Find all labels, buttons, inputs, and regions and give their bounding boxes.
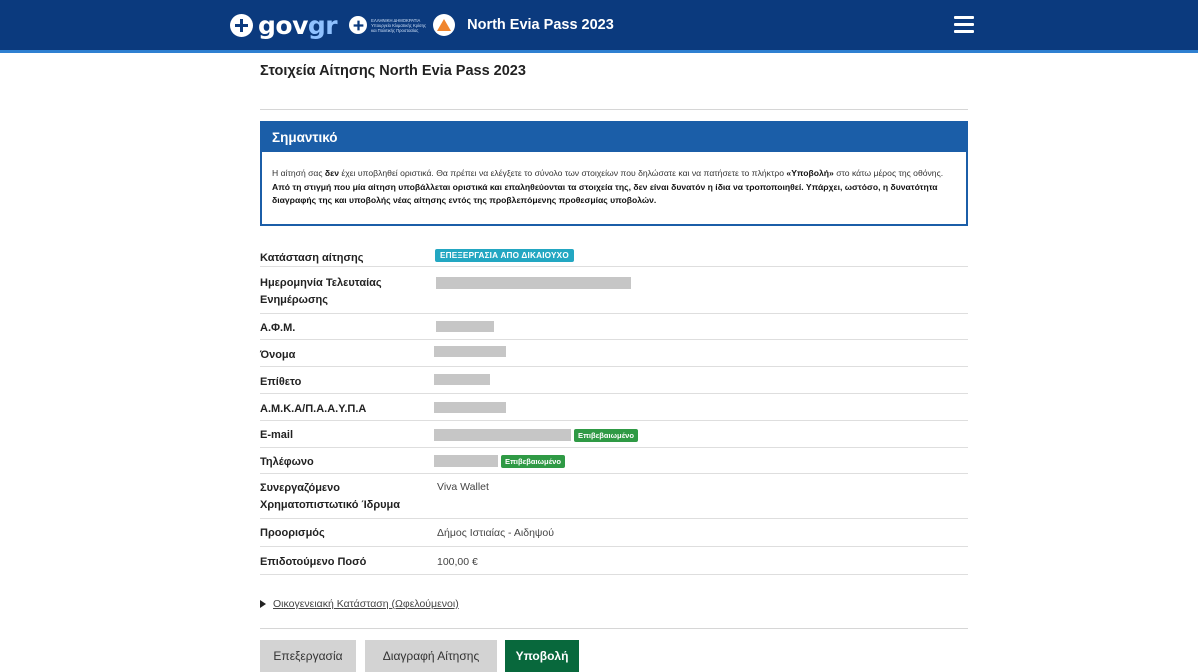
application-details: Κατάσταση αίτησης ΕΠΕΞΕΡΓΑΣΙΑ ΑΠΟ ΔΙΚΑΙΟ…	[260, 241, 968, 575]
details-row-surname: Επίθετο	[260, 367, 968, 394]
submit-button[interactable]: Υποβολή	[505, 640, 579, 672]
redacted-value	[434, 429, 571, 441]
govgr-logo[interactable]: govgr	[258, 13, 338, 38]
details-row-phone: Τηλέφωνο Επιβεβαιωμένο	[260, 448, 968, 474]
redacted-value	[436, 321, 494, 332]
details-row-institution: Συνεργαζόμενο Χρηματοπιστωτικό Ίδρυμα Vi…	[260, 474, 968, 519]
redacted-value	[434, 346, 506, 357]
greek-emblem-icon	[230, 13, 253, 37]
header-branding: govgr ΕΛΛΗΝΙΚΗ ΔΗΜΟΚΡΑΤΙΑ Υπουργείο Κλιμ…	[230, 10, 614, 40]
important-notice: Σημαντικό Η αίτησή σας δεν έχει υποβληθε…	[260, 121, 968, 226]
redacted-value	[436, 277, 631, 289]
last-update-label: Ημερομηνία Τελευταίας Ενημέρωσης	[260, 277, 382, 306]
amount-value: 100,00 €	[437, 556, 478, 568]
institution-label: Συνεργαζόμενο Χρηματοπιστωτικό Ίδρυμα	[260, 482, 401, 511]
institution-value: Viva Wallet	[437, 481, 489, 493]
ministry-emblem-icon	[349, 16, 368, 34]
redacted-value	[434, 455, 498, 467]
hamburger-menu-icon[interactable]	[954, 16, 974, 34]
details-row-email: E-mail Επιβεβαιωμένο	[260, 421, 968, 448]
top-navigation-bar: govgr ΕΛΛΗΝΙΚΗ ΔΗΜΟΚΡΑΤΙΑ Υπουργείο Κλιμ…	[0, 0, 1198, 53]
afm-label: Α.Φ.Μ.	[260, 322, 296, 334]
civil-protection-icon	[433, 14, 456, 36]
header-bar: govgr ΕΛΛΗΝΙΚΗ ΔΗΜΟΚΡΑΤΙΑ Υπουργείο Κλιμ…	[0, 0, 1198, 53]
details-row-amount: Επιδοτούμενο Ποσό 100,00 €	[260, 547, 968, 575]
details-row-destination: Προορισμός Δήμος Ιστιαίας - Αιδηψού	[260, 519, 968, 547]
edit-button[interactable]: Επεξεργασία	[260, 640, 356, 672]
details-row-afm: Α.Φ.Μ.	[260, 314, 968, 340]
ministry-name: ΕΛΛΗΝΙΚΗ ΔΗΜΟΚΡΑΤΙΑ Υπουργείο Κλιματικής…	[371, 17, 426, 33]
notice-text: Η αίτησή σας δεν έχει υποβληθεί οριστικά…	[272, 168, 944, 205]
phone-label: Τηλέφωνο	[260, 456, 314, 468]
expand-triangle-icon	[260, 600, 266, 608]
title-divider	[260, 109, 968, 110]
email-label: E-mail	[260, 429, 294, 441]
redacted-value	[434, 402, 506, 413]
redacted-value	[434, 374, 490, 385]
actions-divider	[260, 628, 968, 629]
destination-value: Δήμος Ιστιαίας - Αιδηψού	[437, 527, 554, 539]
phone-verified-badge: Επιβεβαιωμένο	[501, 455, 565, 468]
status-badge: ΕΠΕΞΕΡΓΑΣΙΑ ΑΠΟ ΔΙΚΑΙΟΥΧΟ	[435, 249, 574, 262]
surname-label: Επίθετο	[260, 376, 302, 388]
family-status-link[interactable]: Οικογενειακή Κατάσταση (Ωφελούμενοι)	[273, 598, 459, 610]
notice-heading: Σημαντικό	[262, 123, 966, 152]
amka-label: Α.Μ.Κ.Α/Π.Α.Α.Υ.Π.Α	[260, 403, 367, 415]
details-row-last-update: Ημερομηνία Τελευταίας Ενημέρωσης	[260, 267, 968, 314]
destination-label: Προορισμός	[260, 527, 325, 539]
page-title: Στοιχεία Αίτησης North Evia Pass 2023	[260, 63, 526, 79]
details-row-amka: Α.Μ.Κ.Α/Π.Α.Α.Υ.Π.Α	[260, 394, 968, 421]
details-row-name: Όνομα	[260, 340, 968, 367]
amount-label: Επιδοτούμενο Ποσό	[260, 556, 367, 568]
status-label: Κατάσταση αίτησης	[260, 252, 364, 264]
email-verified-badge: Επιβεβαιωμένο	[574, 429, 638, 442]
ministry-logo: ΕΛΛΗΝΙΚΗ ΔΗΜΟΚΡΑΤΙΑ Υπουργείο Κλιματικής…	[349, 16, 429, 34]
details-row-status: Κατάσταση αίτησης ΕΠΕΞΕΡΓΑΣΙΑ ΑΠΟ ΔΙΚΑΙΟ…	[260, 241, 968, 267]
family-status-toggle[interactable]: Οικογενειακή Κατάσταση (Ωφελούμενοι)	[260, 598, 459, 610]
name-label: Όνομα	[260, 349, 296, 361]
app-title: North Evia Pass 2023	[467, 17, 614, 33]
delete-application-button[interactable]: Διαγραφή Αίτησης	[365, 640, 497, 672]
